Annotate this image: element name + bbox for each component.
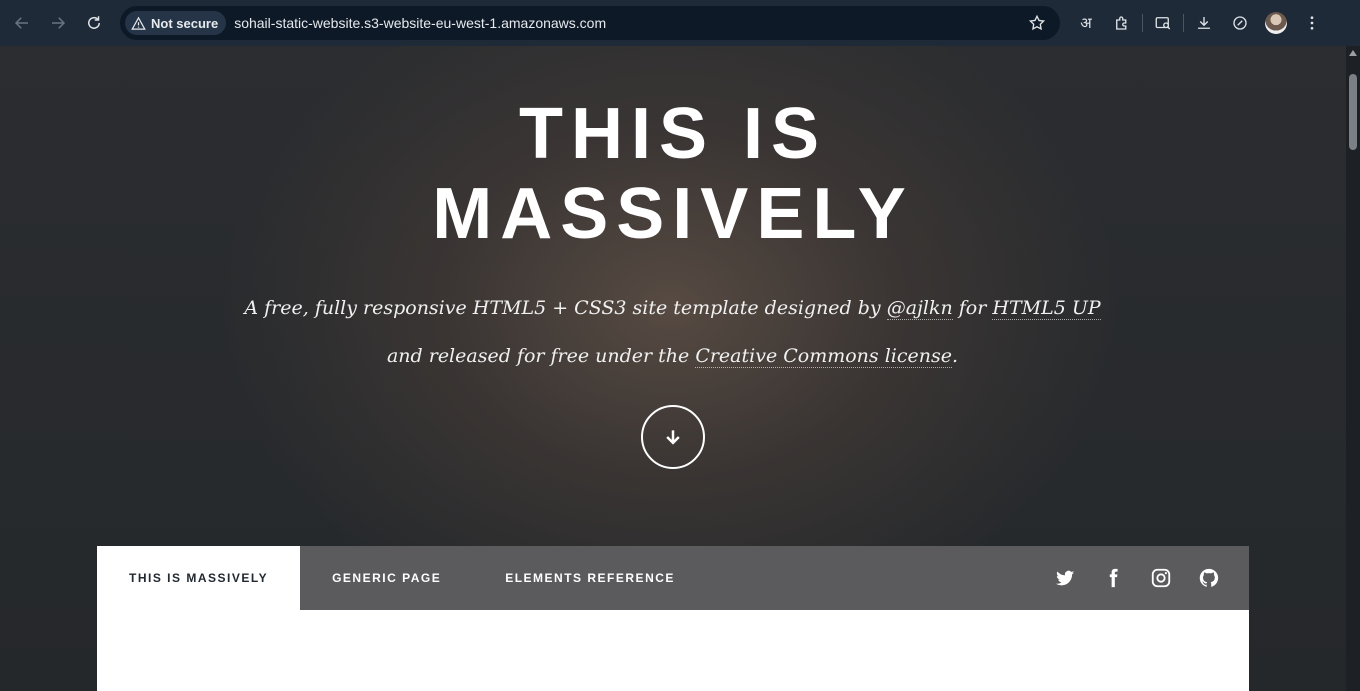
hero-title: THIS IS MASSIVELY [0, 94, 1346, 254]
downloads-button[interactable] [1186, 5, 1222, 41]
site-nav: THIS IS MASSIVELY GENERIC PAGE ELEMENTS … [97, 546, 1249, 610]
hero-subtitle: A free, fully responsive HTML5 + CSS3 si… [230, 284, 1115, 380]
facebook-icon [1109, 568, 1118, 588]
html5up-link[interactable]: HTML5 UP [992, 297, 1101, 320]
instagram-icon [1151, 568, 1171, 588]
browser-toolbar: Not secure sohail-static-website.s3-webs… [0, 0, 1360, 46]
security-label: Not secure [151, 15, 219, 31]
forward-button[interactable] [40, 5, 76, 41]
github-icon [1199, 568, 1219, 587]
github-link[interactable] [1197, 566, 1221, 590]
subtitle-text: . [951, 345, 959, 367]
scroll-up-arrow-icon[interactable] [1349, 50, 1357, 56]
tab-search-button[interactable] [1145, 5, 1181, 41]
back-button[interactable] [4, 5, 40, 41]
scrollbar-thumb[interactable] [1349, 74, 1357, 150]
menu-button[interactable] [1294, 5, 1330, 41]
bookmark-star-icon[interactable] [1028, 14, 1046, 32]
subtitle-text: for [952, 297, 993, 319]
puzzle-icon [1116, 16, 1127, 30]
arrow-right-icon [52, 17, 66, 29]
subtitle-text: A free, fully responsive HTML5 + CSS3 si… [244, 297, 887, 319]
twitter-link[interactable] [1053, 566, 1077, 590]
instagram-link[interactable] [1149, 566, 1173, 590]
page-scrollbar[interactable] [1346, 46, 1360, 691]
url-text[interactable]: sohail-static-website.s3-website-eu-west… [234, 15, 606, 31]
scroll-down-button[interactable] [641, 405, 705, 469]
toolbar-divider [1183, 14, 1184, 32]
hero-title-line2: MASSIVELY [432, 174, 914, 254]
tab-search-icon [1155, 17, 1171, 30]
license-link[interactable]: Creative Commons license [695, 345, 952, 368]
reload-button[interactable] [76, 5, 112, 41]
warning-icon [131, 16, 146, 30]
hero-title-line1: THIS IS [518, 94, 828, 174]
translate-button[interactable]: अ [1068, 5, 1104, 41]
social-links [1053, 546, 1221, 610]
subtitle-text: and released for free under the [386, 345, 696, 367]
extensions-button[interactable] [1104, 5, 1140, 41]
ajlkn-link[interactable]: @ajlkn [886, 297, 953, 320]
page-viewport: THIS IS MASSIVELY A free, fully responsi… [0, 46, 1346, 691]
tab-this-is-massively[interactable]: THIS IS MASSIVELY [97, 546, 301, 610]
performance-button[interactable] [1222, 5, 1258, 41]
more-vert-icon [1310, 16, 1314, 30]
avatar [1265, 12, 1287, 34]
tab-elements-reference[interactable]: ELEMENTS REFERENCE [473, 546, 707, 610]
speedometer-icon [1233, 16, 1247, 30]
toolbar-divider [1142, 14, 1143, 32]
site-info-chip[interactable]: Not secure [125, 11, 227, 35]
address-bar[interactable]: Not secure sohail-static-website.s3-webs… [120, 6, 1060, 40]
toolbar-actions: अ [1068, 5, 1330, 41]
tab-generic-page[interactable]: GENERIC PAGE [300, 546, 473, 610]
twitter-icon [1055, 570, 1075, 586]
main-content [97, 610, 1249, 691]
download-icon [1198, 17, 1210, 29]
arrow-down-icon [666, 430, 680, 445]
reload-icon [88, 16, 100, 29]
profile-button[interactable] [1258, 5, 1294, 41]
facebook-link[interactable] [1101, 566, 1125, 590]
translate-icon: अ [1080, 14, 1092, 32]
arrow-left-icon [14, 17, 28, 29]
